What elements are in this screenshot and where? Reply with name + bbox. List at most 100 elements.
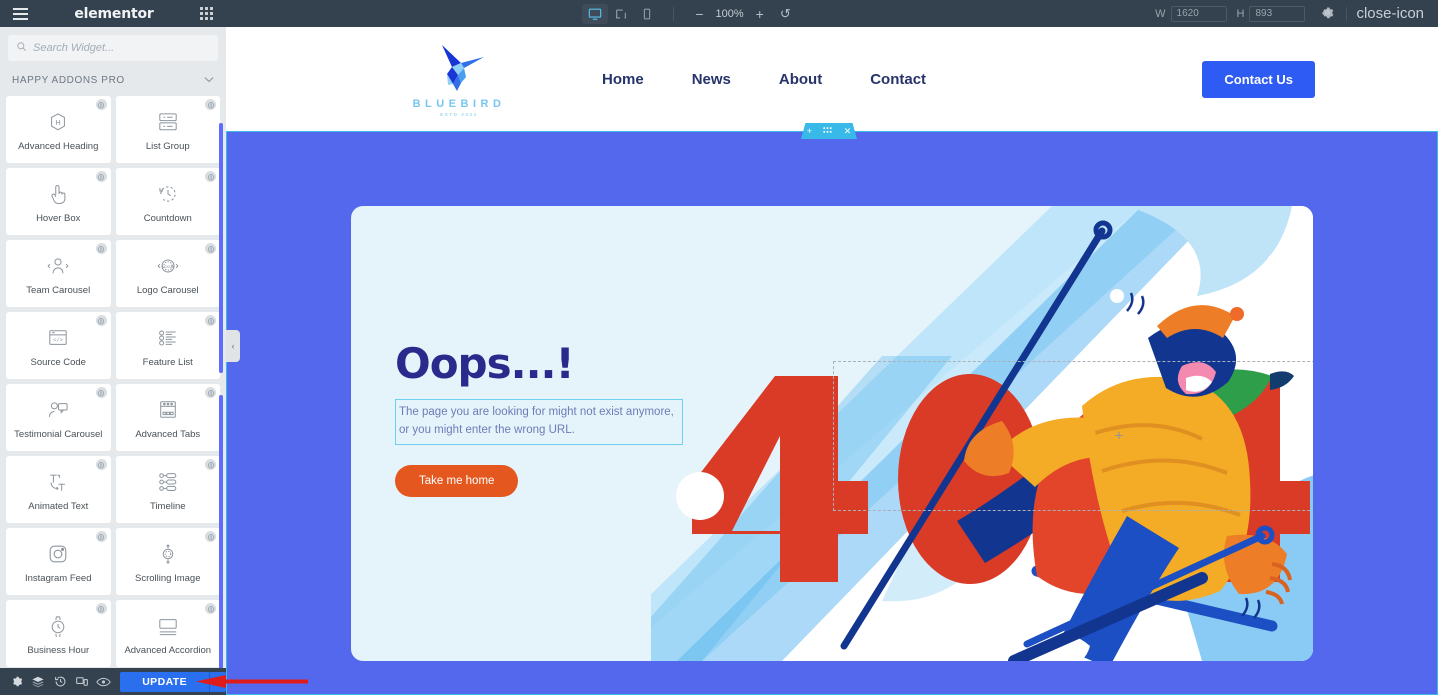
nav-link-home[interactable]: Home bbox=[602, 71, 644, 88]
hummingbird-logo-icon bbox=[442, 45, 484, 91]
top-toolbar: elementor − 100% + ↺ W 1620 H 893 close-… bbox=[0, 0, 1438, 27]
widget-label: List Group bbox=[145, 140, 190, 152]
gear-icon[interactable] bbox=[1315, 6, 1340, 22]
pro-badge-icon bbox=[205, 243, 216, 254]
countdown-icon bbox=[157, 179, 179, 209]
search-widget-box[interactable] bbox=[8, 35, 218, 61]
hamburger-icon[interactable] bbox=[13, 7, 28, 20]
search-icon bbox=[16, 39, 27, 57]
error-description-widget[interactable]: The page you are looking for might not e… bbox=[395, 399, 683, 445]
widget-card-instagram-feed[interactable]: Instagram Feed bbox=[6, 528, 111, 595]
take-me-home-button[interactable]: Take me home bbox=[395, 464, 519, 497]
widget-label: Hover Box bbox=[36, 212, 81, 224]
widget-card-countdown[interactable]: Countdown bbox=[115, 168, 220, 235]
toolbar-divider bbox=[673, 6, 675, 21]
widget-card-feature-list[interactable]: Feature List bbox=[115, 312, 220, 379]
widget-card-source-code[interactable]: </> Source Code bbox=[6, 312, 111, 379]
zoom-reset-icon[interactable]: ↺ bbox=[772, 6, 799, 22]
widget-grid: H Advanced Heading List Group Hover Box Coun… bbox=[0, 93, 226, 667]
search-input[interactable] bbox=[33, 42, 210, 54]
list-group-icon bbox=[157, 107, 179, 137]
drag-section-icon[interactable] bbox=[823, 126, 833, 136]
viewport-controls: − 100% + ↺ bbox=[226, 3, 1155, 24]
navigator-icon[interactable] bbox=[28, 668, 50, 695]
nav-link-about[interactable]: About bbox=[779, 71, 822, 88]
width-label: W bbox=[1155, 7, 1166, 20]
image-widget-placeholder[interactable]: + bbox=[833, 361, 1313, 511]
widget-card-testimonial-carousel[interactable]: Testimonial Carousel bbox=[6, 384, 111, 451]
close-icon[interactable]: close-icon bbox=[1353, 6, 1427, 21]
site-header: BLUEBIRD ESTD 2022 Home News About Contact … bbox=[226, 27, 1438, 131]
advanced-accordion-icon bbox=[156, 611, 180, 641]
preview-icon[interactable] bbox=[93, 668, 115, 695]
widget-card-list-group[interactable]: List Group bbox=[115, 96, 220, 163]
nav-link-contact[interactable]: Contact bbox=[870, 71, 926, 88]
contact-us-button[interactable]: Contact Us bbox=[1202, 60, 1315, 98]
widget-card-animated-text[interactable]: Animated Text bbox=[6, 456, 111, 523]
history-icon[interactable] bbox=[49, 668, 71, 695]
business-hour-icon bbox=[48, 611, 68, 641]
search-section bbox=[0, 27, 226, 67]
error-card: Oops...! The page you are looking for mi… bbox=[351, 206, 1313, 661]
widget-label: Animated Text bbox=[28, 500, 89, 512]
advanced-heading-icon: H bbox=[47, 107, 69, 137]
toolbar-divider-2 bbox=[1346, 6, 1348, 21]
editor-canvas: BLUEBIRD ESTD 2022 Home News About Contact … bbox=[226, 27, 1438, 695]
widget-card-advanced-accordion[interactable]: Advanced Accordion bbox=[115, 600, 220, 667]
page-title: Oops...! bbox=[395, 339, 575, 388]
page-section-404[interactable]: Oops...! The page you are looking for mi… bbox=[226, 131, 1438, 695]
elementor-editor: elementor − 100% + ↺ W 1620 H 893 close-… bbox=[0, 0, 1438, 695]
widget-label: Instagram Feed bbox=[24, 572, 92, 584]
widget-card-scrolling-image[interactable]: Scrolling Image bbox=[115, 528, 220, 595]
category-title: HAPPY ADDONS PRO bbox=[12, 74, 125, 86]
timeline-icon bbox=[157, 467, 179, 497]
instagram-feed-icon bbox=[47, 539, 69, 569]
widget-label: Advanced Tabs bbox=[135, 428, 201, 440]
zoom-in-button[interactable]: + bbox=[748, 7, 772, 21]
pro-badge-icon bbox=[95, 243, 107, 254]
pro-badge-icon bbox=[95, 99, 107, 110]
remove-section-icon[interactable]: ✕ bbox=[844, 126, 852, 136]
widget-label: Feature List bbox=[142, 356, 193, 368]
testimonial-carousel-icon bbox=[46, 395, 70, 425]
height-input[interactable] bbox=[1249, 5, 1306, 22]
widget-card-advanced-heading[interactable]: H Advanced Heading bbox=[6, 96, 111, 163]
panel-scrollbar-upper[interactable] bbox=[219, 123, 223, 373]
feature-list-icon bbox=[157, 323, 179, 353]
site-logo[interactable]: BLUEBIRD ESTD 2022 bbox=[374, 41, 544, 117]
responsive-mode-icon[interactable] bbox=[71, 668, 93, 695]
widget-card-team-carousel[interactable]: Team Carousel bbox=[6, 240, 111, 307]
widget-label: Scrolling Image bbox=[135, 572, 201, 584]
device-mobile-button[interactable] bbox=[634, 4, 660, 24]
widget-card-business-hour[interactable]: Business Hour bbox=[6, 600, 111, 667]
width-input[interactable] bbox=[1170, 5, 1227, 22]
add-widget-plus-icon[interactable]: + bbox=[1115, 428, 1124, 445]
svg-text:H: H bbox=[56, 118, 61, 127]
grid-apps-icon[interactable] bbox=[200, 7, 213, 20]
scrolling-image-icon bbox=[158, 539, 178, 569]
viewport-height-control: H bbox=[1237, 5, 1306, 22]
device-desktop-button[interactable] bbox=[582, 3, 609, 24]
add-section-icon[interactable]: + bbox=[807, 126, 812, 136]
settings-icon[interactable] bbox=[6, 668, 28, 695]
widget-card-advanced-tabs[interactable]: Advanced Tabs bbox=[115, 384, 220, 451]
widget-label: Timeline bbox=[149, 500, 186, 512]
category-header-happy-addons-pro[interactable]: HAPPY ADDONS PRO bbox=[0, 67, 226, 93]
logo-wordmark: BLUEBIRD bbox=[412, 98, 506, 110]
nav-link-news[interactable]: News bbox=[692, 71, 731, 88]
elementor-logo-text: elementor bbox=[74, 5, 154, 22]
panel-scrollbar-lower[interactable] bbox=[219, 395, 223, 668]
device-tablet-button[interactable] bbox=[608, 4, 634, 24]
widget-label: Source Code bbox=[30, 356, 86, 368]
svg-text:</>: </> bbox=[53, 336, 63, 343]
widget-card-timeline[interactable]: Timeline bbox=[115, 456, 220, 523]
widget-card-logo-carousel[interactable]: LOGO Logo Carousel bbox=[115, 240, 220, 307]
widget-card-hover-box[interactable]: Hover Box bbox=[6, 168, 111, 235]
source-code-icon: </> bbox=[47, 323, 69, 353]
widget-label: Business Hour bbox=[27, 644, 90, 656]
panel-collapse-button[interactable]: ‹ bbox=[226, 330, 240, 362]
animated-text-icon bbox=[47, 467, 69, 497]
widget-panel: HAPPY ADDONS PRO H Advanced Heading List G… bbox=[0, 27, 226, 668]
zoom-out-button[interactable]: − bbox=[687, 7, 711, 21]
pro-badge-icon bbox=[205, 99, 216, 110]
